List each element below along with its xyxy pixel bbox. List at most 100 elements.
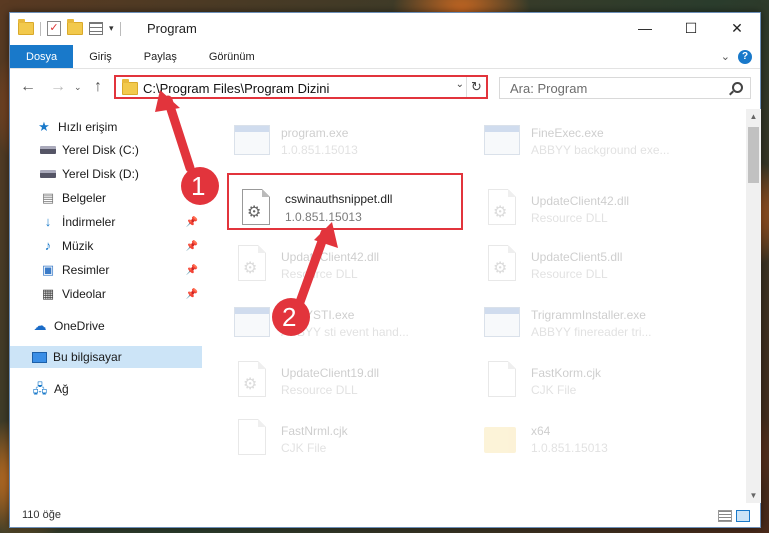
customize-icon[interactable] <box>89 22 103 35</box>
folder-item[interactable]: x64 1.0.851.15013 <box>484 417 716 461</box>
refresh-icon[interactable]: ↻ <box>466 77 486 97</box>
file-name: x64 <box>531 424 551 438</box>
dll-icon: ⚙ <box>234 361 270 401</box>
customize-dropdown-icon[interactable]: ▾ <box>109 23 114 34</box>
tab-file[interactable]: Dosya <box>10 45 74 68</box>
status-bar: 110 öğe <box>10 505 760 527</box>
sidebar-item-label: OneDrive <box>54 319 105 333</box>
address-bar[interactable]: C:\Program Files\Program Dizini ⌄ ↻ <box>114 75 488 99</box>
close-button[interactable]: ✕ <box>714 13 760 43</box>
file-name: program.exe <box>281 126 349 140</box>
tiles-view-icon[interactable] <box>736 510 750 522</box>
file-item[interactable]: FineExec.exe ABBYY background exe... <box>484 119 716 163</box>
maximize-button[interactable]: ☐ <box>668 13 714 43</box>
sidebar-item-label: Yerel Disk (C:) <box>62 143 139 157</box>
file-detail: ABBYY sti event hand... <box>281 325 409 339</box>
sidebar-item-label: Resimler <box>62 263 110 277</box>
ribbon-tabs: Dosya Giriş Paylaş Görünüm ⌄ ? <box>10 45 760 69</box>
sidebar-item-local-disk-c[interactable]: Yerel Disk (C:) <box>10 139 202 161</box>
file-item[interactable]: TrigrammInstaller.exe ABBYY finereader t… <box>484 301 716 345</box>
sidebar-item-label: Yerel Disk (D:) <box>62 167 139 181</box>
file-item[interactable]: ⚙ UpdateClient42.dll Resource DLL <box>234 243 466 287</box>
file-detail: 1.0.851.15013 <box>531 441 608 455</box>
file-item[interactable]: program.exe 1.0.851.15013 <box>234 119 466 163</box>
search-placeholder: Ara: Program <box>510 81 588 96</box>
scroll-down-icon[interactable]: ▼ <box>746 488 761 503</box>
file-detail: 1.0.851.15013 <box>285 210 362 224</box>
tab-home[interactable]: Giriş <box>73 45 128 68</box>
file-detail: Resource DLL <box>281 383 358 397</box>
file-item[interactable]: ABBYSTI.exe ABBYY sti event hand... <box>234 301 466 345</box>
vertical-scrollbar[interactable]: ▲ ▼ <box>746 109 761 503</box>
search-icon[interactable] <box>732 82 743 93</box>
sidebar-item-onedrive[interactable]: ☁ OneDrive <box>10 315 202 337</box>
dll-icon: ⚙ <box>484 189 520 229</box>
sidebar-item-downloads[interactable]: ↓ İndirmeler 📌 <box>10 211 202 233</box>
window-controls: — ☐ ✕ <box>622 13 760 43</box>
sidebar-item-label: Videolar <box>62 287 106 301</box>
sidebar-item-documents[interactable]: ▤ Belgeler <box>10 187 202 209</box>
sidebar-item-local-disk-d[interactable]: Yerel Disk (D:) <box>10 163 202 185</box>
window-title: Program <box>147 21 197 36</box>
pin-icon[interactable]: 📌 <box>186 217 198 228</box>
tab-view[interactable]: Görünüm <box>193 45 271 68</box>
pin-icon[interactable]: 📌 <box>186 289 198 300</box>
sidebar-item-label: Müzik <box>62 239 94 253</box>
file-name: UpdateClient19.dll <box>281 366 380 380</box>
sidebar-item-quick-access[interactable]: ★ Hızlı erişim <box>10 116 202 138</box>
sidebar-item-this-pc[interactable]: Bu bilgisayar <box>10 346 202 368</box>
sidebar-item-label: Bu bilgisayar <box>53 350 122 364</box>
new-folder-icon[interactable] <box>67 19 83 35</box>
search-input[interactable]: Ara: Program <box>499 77 751 99</box>
file-item[interactable]: ⚙ UpdateClient5.dll Resource DLL <box>484 243 716 287</box>
file-item-selected[interactable]: ⚙ cswinauthsnippet.dll 1.0.851.15013 <box>238 187 470 231</box>
help-icon[interactable]: ? <box>738 49 752 64</box>
file-item[interactable]: FastNrml.cjk CJK File <box>234 417 466 461</box>
exe-icon <box>484 121 520 161</box>
download-icon: ↓ <box>44 214 52 229</box>
quick-access-toolbar: ✓ ▾ <box>18 19 121 36</box>
file-name: TrigrammInstaller.exe <box>531 308 646 322</box>
drive-icon <box>40 146 56 154</box>
tab-share[interactable]: Paylaş <box>128 45 193 68</box>
up-button[interactable]: ↑ <box>94 78 102 96</box>
back-button[interactable]: ← <box>20 78 36 96</box>
item-count: 110 öğe <box>22 509 61 521</box>
scroll-up-icon[interactable]: ▲ <box>746 109 761 124</box>
file-icon <box>484 361 520 401</box>
sidebar-item-music[interactable]: ♪ Müzik 📌 <box>10 235 202 257</box>
address-path[interactable]: C:\Program Files\Program Dizini <box>143 81 329 96</box>
sidebar-item-label: İndirmeler <box>62 215 116 229</box>
toolbar-divider <box>40 21 41 36</box>
dll-icon: ⚙ <box>234 245 270 285</box>
sidebar-item-pictures[interactable]: ▣ Resimler 📌 <box>10 259 202 281</box>
file-name: FineExec.exe <box>531 126 604 140</box>
drive-icon <box>40 170 56 178</box>
pin-icon[interactable]: 📌 <box>186 241 198 252</box>
recent-locations-icon[interactable]: ⌄ <box>74 82 82 93</box>
minimize-button[interactable]: — <box>622 13 668 43</box>
music-icon: ♪ <box>44 238 52 253</box>
scroll-thumb[interactable] <box>748 127 759 183</box>
file-detail: ABBYY background exe... <box>531 143 670 157</box>
file-item[interactable]: ⚙ UpdateClient42.dll Resource DLL <box>484 187 716 231</box>
file-name: UpdateClient42.dll <box>281 250 380 264</box>
pin-icon[interactable]: 📌 <box>186 265 198 276</box>
address-dropdown-icon[interactable]: ⌄ <box>456 79 464 90</box>
sidebar-item-network[interactable]: 🖧 Ağ <box>10 378 202 400</box>
document-icon: ▤ <box>41 190 55 205</box>
exe-icon <box>484 303 520 343</box>
star-icon: ★ <box>38 119 50 134</box>
forward-button[interactable]: → <box>50 78 66 96</box>
file-item[interactable]: FastKorm.cjk CJK File <box>484 359 716 403</box>
ribbon-right-controls: ⌄ ? <box>721 45 760 68</box>
expand-ribbon-icon[interactable]: ⌄ <box>721 50 730 63</box>
file-item[interactable]: ⚙ UpdateClient19.dll Resource DLL <box>234 359 466 403</box>
computer-icon <box>32 351 47 363</box>
file-name: cswinauthsnippet.dll <box>285 192 393 206</box>
details-view-icon[interactable] <box>718 510 732 522</box>
properties-check-icon[interactable]: ✓ <box>47 21 61 36</box>
file-name: FastKorm.cjk <box>531 366 602 380</box>
sidebar-item-videos[interactable]: ▦ Videolar 📌 <box>10 283 202 305</box>
file-name: ABBYSTI.exe <box>281 308 355 322</box>
